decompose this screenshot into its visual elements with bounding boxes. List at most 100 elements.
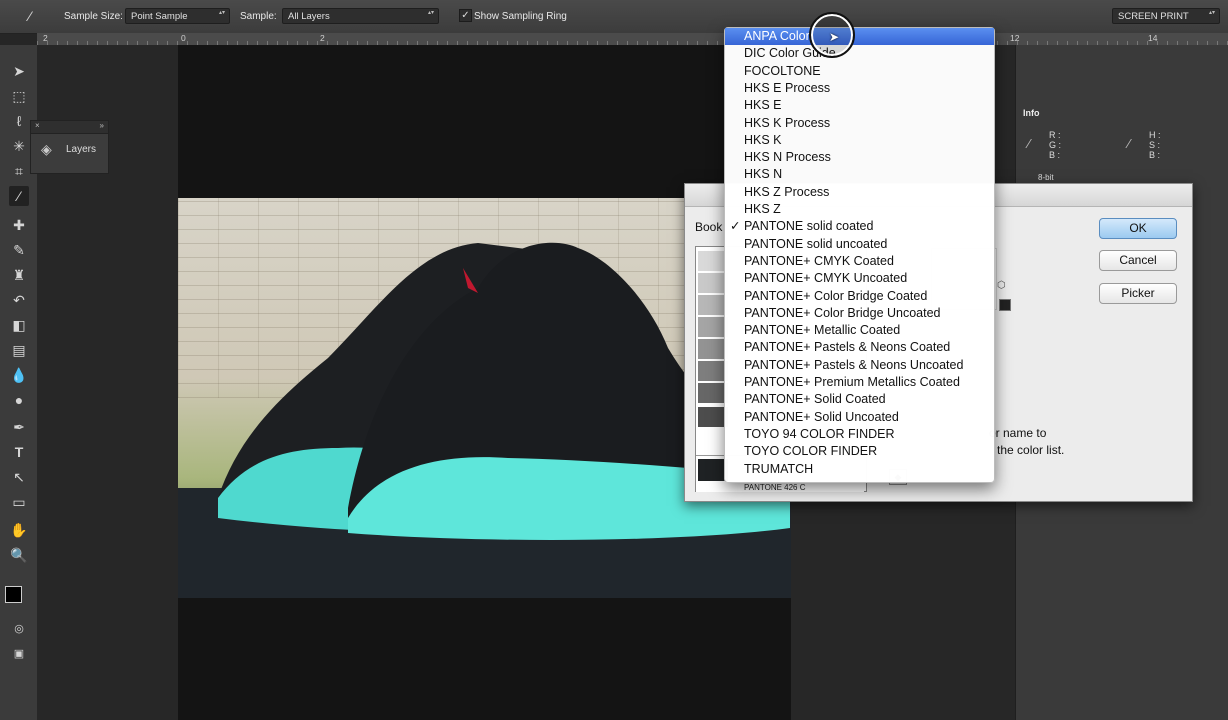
cube-icon: ⬡ (997, 280, 1006, 291)
menu-item-label: HKS E Process (744, 80, 831, 95)
ruler-tick: 12 (1010, 33, 1020, 43)
ruler-tick: 14 (1148, 33, 1158, 43)
sample-select[interactable]: All Layers (282, 8, 439, 24)
info-h-label: H : (1149, 130, 1161, 140)
zoom-icon[interactable]: 🔍 (9, 545, 29, 565)
quick-select-icon[interactable]: ✳ (9, 136, 29, 156)
hint-line-2: the color list. (997, 443, 1065, 457)
history-brush-icon[interactable]: ↶ (9, 290, 29, 310)
menu-item-label: HKS K (744, 132, 782, 147)
menu-item-label: PANTONE+ Pastels & Neons Coated (744, 340, 951, 355)
pointer-icon: ➤ (829, 30, 840, 44)
menu-item-dic-color-guide[interactable]: DIC Color Guide (725, 45, 994, 62)
hand-icon[interactable]: ✋ (9, 520, 29, 540)
ruler-tick: 2 (43, 33, 48, 43)
menu-item-label: HKS Z (744, 202, 781, 216)
eraser-icon[interactable]: ◧ (9, 315, 29, 335)
cancel-button[interactable]: Cancel (1099, 250, 1177, 271)
layers-panel: × » ◈ Layers (30, 120, 109, 174)
menu-item-hks-z-process[interactable]: HKS Z Process (725, 184, 994, 201)
sample-size-select[interactable]: Point Sample (125, 8, 230, 24)
menu-item-pantone-plus-color-bridge-uncoated[interactable]: PANTONE+ Color Bridge Uncoated (725, 305, 994, 322)
menu-item-hks-k-process[interactable]: HKS K Process (725, 115, 994, 132)
picker-button[interactable]: Picker (1099, 283, 1177, 304)
show-sampling-ring-checkbox[interactable]: ✓ (459, 9, 472, 22)
move-icon[interactable]: ➤ (9, 61, 29, 81)
pen-icon[interactable]: ✒ (9, 417, 29, 437)
menu-item-pantone-solid-uncoated[interactable]: PANTONE solid uncoated (725, 236, 994, 253)
menu-item-focoltone[interactable]: FOCOLTONE (725, 63, 994, 80)
menu-item-pantone-plus-color-bridge-coated[interactable]: PANTONE+ Color Bridge Coated (725, 288, 994, 305)
menu-item-label: FOCOLTONE (744, 63, 821, 78)
menu-item-hks-n[interactable]: HKS N (725, 166, 994, 183)
info-g-label: G : (1049, 140, 1062, 150)
quick-mask-icon[interactable]: ◎ (9, 619, 29, 639)
info-panel-title[interactable]: Info (1023, 108, 1040, 118)
ruler-tick: 0 (181, 33, 186, 43)
info-r-label: R : (1049, 130, 1061, 140)
blur-icon[interactable]: 💧 (9, 365, 29, 385)
checkmark-icon: ✓ (730, 219, 741, 234)
menu-item-hks-z[interactable]: HKS Z (725, 201, 994, 218)
ruler-tick: 2 (320, 33, 325, 43)
show-sampling-ring-label: Show Sampling Ring (474, 11, 567, 22)
screen-mode-icon[interactable]: ▣ (9, 644, 29, 664)
info-bright-label: B : (1149, 150, 1161, 160)
path-select-icon[interactable]: ↖ (9, 467, 29, 487)
selected-swatch-name: PANTONE 426 C (744, 483, 806, 492)
menu-item-toyo-color-finder[interactable]: TOYO COLOR FINDER (725, 443, 994, 460)
marquee-icon[interactable]: ⬚ (9, 86, 29, 106)
lasso-icon[interactable]: ℓ (9, 111, 29, 131)
panel-header[interactable]: × » (31, 121, 108, 134)
stamp-icon[interactable]: ♜ (9, 265, 29, 285)
close-icon[interactable]: × (35, 121, 40, 130)
menu-item-pantone-plus-solid-uncoated[interactable]: PANTONE+ Solid Uncoated (725, 409, 994, 426)
menu-item-pantone-plus-cmyk-uncoated[interactable]: PANTONE+ CMYK Uncoated (725, 270, 994, 287)
menu-item-pantone-plus-solid-coated[interactable]: PANTONE+ Solid Coated (725, 391, 994, 408)
menu-item-hks-e[interactable]: HKS E (725, 97, 994, 114)
hint-line-1: or name to (989, 426, 1047, 440)
menu-item-pantone-solid-coated[interactable]: ✓ PANTONE solid coated (725, 218, 994, 235)
menu-item-label: TRUMATCH (744, 461, 814, 476)
menu-item-hks-n-process[interactable]: HKS N Process (725, 149, 994, 166)
menu-item-trumatch[interactable]: TRUMATCH (725, 461, 994, 478)
healing-icon[interactable]: ✚ (9, 215, 29, 235)
menu-item-pantone-plus-metallic-coated[interactable]: PANTONE+ Metallic Coated (725, 322, 994, 339)
eyedropper-icon[interactable]: ⁄ (20, 6, 40, 26)
menu-item-label: PANTONE solid uncoated (744, 236, 888, 251)
info-panel: Info ⁄ R : G : B : ⁄ H : S : B : 8-bit (1016, 106, 1222, 188)
cursor-highlight: ➤ (809, 12, 855, 58)
menu-item-label: HKS Z Process (744, 184, 830, 199)
web-color-swatch[interactable] (999, 299, 1011, 311)
menu-item-anpa-color[interactable]: ANPA Color (725, 28, 994, 45)
menu-item-label: HKS N Process (744, 150, 831, 165)
dodge-icon[interactable]: ● (9, 390, 29, 410)
menu-item-toyo-94-color-finder[interactable]: TOYO 94 COLOR FINDER (725, 426, 994, 443)
collapse-icon[interactable]: » (100, 121, 104, 130)
menu-item-hks-k[interactable]: HKS K (725, 132, 994, 149)
menu-item-label: PANTONE+ Color Bridge Coated (744, 288, 928, 303)
menu-item-pantone-plus-pastels-neons-uncoated[interactable]: PANTONE+ Pastels & Neons Uncoated (725, 357, 994, 374)
menu-item-pantone-plus-premium-metallics-coated[interactable]: PANTONE+ Premium Metallics Coated (725, 374, 994, 391)
brush-icon[interactable]: ✎ (9, 240, 29, 260)
gradient-icon[interactable]: ▤ (9, 340, 29, 360)
menu-item-label: PANTONE+ Solid Coated (744, 392, 886, 407)
menu-item-pantone-plus-pastels-neons-coated[interactable]: PANTONE+ Pastels & Neons Coated (725, 339, 994, 356)
workspace-select[interactable]: SCREEN PRINT (1112, 8, 1220, 24)
eyedropper-icon[interactable]: ⁄ (9, 186, 29, 206)
layers-icon[interactable]: ◈ (41, 141, 52, 158)
menu-item-label: PANTONE+ Premium Metallics Coated (744, 375, 960, 389)
layers-panel-title[interactable]: Layers (66, 144, 96, 155)
menu-item-label: PANTONE+ Solid Uncoated (744, 409, 899, 424)
menu-item-label: PANTONE solid coated (744, 219, 874, 234)
menu-item-label: PANTONE+ Pastels & Neons Uncoated (744, 357, 964, 372)
menu-item-label: HKS N (744, 167, 783, 182)
crop-icon[interactable]: ⌗ (9, 161, 29, 181)
type-icon[interactable]: T (9, 442, 29, 462)
foreground-color-swatch[interactable] (5, 586, 22, 603)
ok-button[interactable]: OK (1099, 218, 1177, 239)
shape-icon[interactable]: ▭ (9, 492, 29, 512)
menu-item-pantone-plus-cmyk-coated[interactable]: PANTONE+ CMYK Coated (725, 253, 994, 270)
menu-item-label: HKS E (744, 98, 782, 113)
menu-item-hks-e-process[interactable]: HKS E Process (725, 80, 994, 97)
